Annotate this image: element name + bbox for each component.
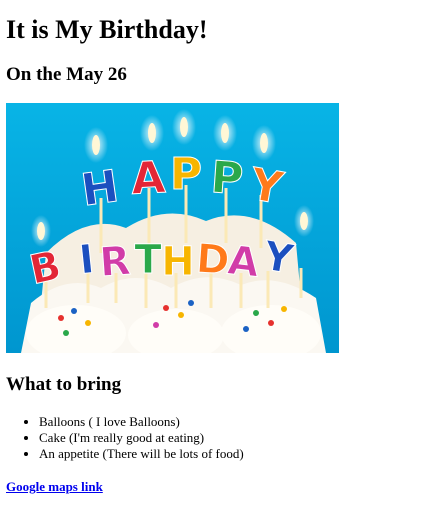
svg-text:P: P: [209, 152, 245, 205]
date-heading: On the May 26: [6, 64, 127, 85]
google-maps-link[interactable]: Google maps link: [6, 479, 103, 495]
svg-text:P: P: [170, 149, 202, 200]
list-item: Balloons ( I love Balloons): [39, 414, 244, 430]
svg-text:A: A: [130, 152, 167, 205]
svg-text:H: H: [161, 239, 194, 285]
svg-text:A: A: [226, 238, 262, 287]
svg-text:T: T: [134, 237, 162, 283]
birthday-page: It is My Birthday! On the May 26 H A P P…: [0, 0, 447, 518]
svg-text:R: R: [98, 238, 132, 286]
bring-list: Balloons ( I love Balloons) Cake (I'm re…: [0, 414, 244, 462]
svg-text:H: H: [78, 161, 122, 217]
birthday-photo: H A P P Y B I R T H D A Y: [6, 103, 339, 353]
list-item: An appetite (There will be lots of food): [39, 446, 244, 462]
what-to-bring-heading: What to bring: [6, 374, 122, 395]
page-title: It is My Birthday!: [6, 15, 208, 44]
list-item: Cake (I'm really good at eating): [39, 430, 244, 446]
